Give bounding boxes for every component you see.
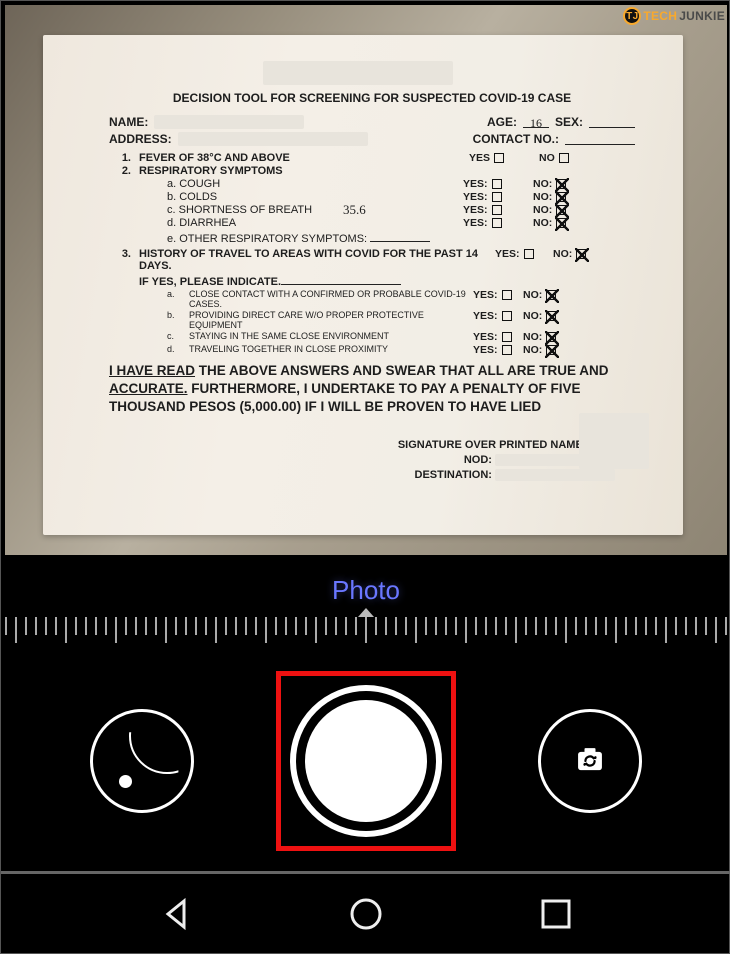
techjunkie-badge-icon: TJ [623, 7, 641, 25]
switch-camera-icon [568, 739, 612, 783]
nav-home-button[interactable] [345, 893, 387, 935]
android-nav-bar [1, 871, 730, 953]
filter-icon [129, 698, 205, 774]
nav-recents-button[interactable] [535, 893, 577, 935]
address-label: ADDRESS: [109, 132, 172, 146]
age-value: 16 [523, 116, 549, 128]
zoom-ruler[interactable] [0, 617, 730, 651]
mode-photo[interactable]: Photo [332, 575, 400, 606]
shutter-icon [305, 700, 427, 822]
techjunkie-watermark: TJ TECHJUNKIE [623, 7, 725, 25]
sex-label: SEX: [555, 115, 583, 129]
switch-camera-button[interactable] [538, 709, 642, 813]
filter-button[interactable] [90, 709, 194, 813]
document-title: DECISION TOOL FOR SCREENING FOR SUSPECTE… [109, 91, 635, 105]
shutter-highlight [276, 671, 456, 851]
handwritten-temperature: 35.6 [343, 202, 366, 218]
name-label: NAME: [109, 115, 148, 129]
signature-block: SIGNATURE OVER PRINTED NAME/DATE NOD: DE… [109, 439, 635, 481]
nav-back-button[interactable] [155, 893, 197, 935]
shutter-button[interactable] [290, 685, 442, 837]
chevron-up-icon [358, 608, 374, 617]
age-label: AGE: [487, 115, 517, 129]
camera-mode-selector[interactable]: Photo [1, 561, 730, 617]
question-table: 1. FEVER OF 38°C AND ABOVE YES NO 2. RES… [109, 152, 635, 356]
covid-screening-form: DECISION TOOL FOR SCREENING FOR SUSPECTE… [43, 35, 683, 535]
redaction-block [579, 413, 649, 469]
contact-label: CONTACT NO.: [473, 132, 559, 146]
attestation-text: I HAVE READ THE ABOVE ANSWERS AND SWEAR … [109, 362, 635, 417]
camera-viewfinder[interactable]: DECISION TOOL FOR SCREENING FOR SUSPECTE… [5, 5, 727, 555]
redaction-block [263, 61, 453, 85]
